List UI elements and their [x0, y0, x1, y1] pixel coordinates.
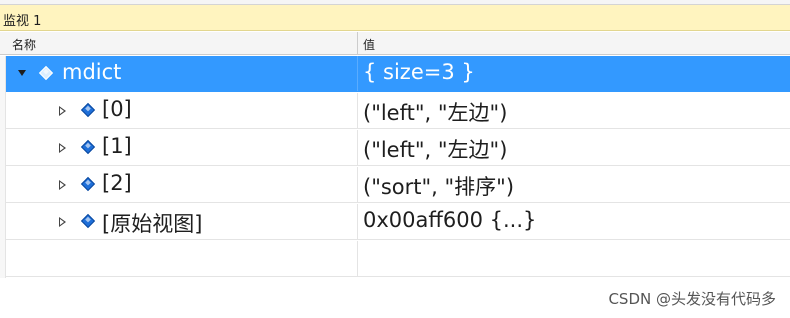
watch-row-mdict[interactable]: mdict { size=3 }: [6, 56, 790, 92]
column-divider: [357, 204, 358, 239]
watch-row-empty[interactable]: [6, 241, 790, 277]
column-divider: [357, 56, 358, 91]
variable-value[interactable]: ("sort", "排序"): [363, 171, 514, 201]
expand-arrow-icon[interactable]: [59, 106, 66, 116]
column-header-value[interactable]: 值: [363, 36, 375, 53]
variable-name[interactable]: [0]: [102, 97, 132, 121]
expand-arrow-icon[interactable]: [59, 143, 66, 153]
expand-arrow-icon[interactable]: [59, 217, 66, 227]
watch-grid: mdict { size=3 } [0] ("left", "左边") [1] …: [0, 56, 790, 278]
watch-row-1[interactable]: [1] ("left", "左边"): [6, 130, 790, 166]
column-divider: [357, 241, 358, 276]
object-icon: [38, 65, 54, 81]
variable-name[interactable]: mdict: [62, 60, 121, 84]
variable-name[interactable]: [1]: [102, 134, 132, 158]
expand-arrow-icon[interactable]: [59, 180, 66, 190]
object-icon: [80, 213, 96, 229]
object-icon: [80, 102, 96, 118]
object-icon: [80, 176, 96, 192]
watch-row-2[interactable]: [2] ("sort", "排序"): [6, 167, 790, 203]
window-title: 监视 1: [3, 14, 42, 29]
watch-window-title-bar[interactable]: 监视 1: [0, 5, 790, 31]
column-divider: [357, 130, 358, 165]
column-header: 名称 值: [0, 32, 790, 55]
variable-name[interactable]: [原始视图]: [102, 208, 202, 238]
watermark: CSDN @头发没有代码多: [608, 290, 776, 308]
column-header-name[interactable]: 名称: [12, 36, 36, 53]
column-divider: [357, 167, 358, 202]
variable-value[interactable]: 0x00aff600 {...}: [363, 208, 536, 232]
watch-row-raw-view[interactable]: [原始视图] 0x00aff600 {...}: [6, 204, 790, 240]
variable-value[interactable]: ("left", "左边"): [363, 97, 507, 127]
variable-value[interactable]: ("left", "左边"): [363, 134, 507, 164]
collapse-arrow-icon[interactable]: [18, 70, 26, 76]
variable-name[interactable]: [2]: [102, 171, 132, 195]
object-icon: [80, 139, 96, 155]
column-divider: [357, 93, 358, 128]
watch-row-0[interactable]: [0] ("left", "左边"): [6, 93, 790, 129]
column-resize-handle[interactable]: [357, 32, 358, 55]
variable-value[interactable]: { size=3 }: [363, 60, 475, 84]
